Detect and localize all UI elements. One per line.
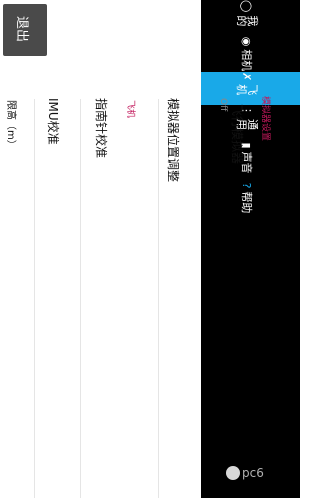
imu-calibration-label[interactable]: IMU校准 xyxy=(45,98,62,145)
watermark-text: pc6 xyxy=(242,466,264,480)
camera-icon: ◉ xyxy=(240,36,254,47)
divider xyxy=(80,99,81,498)
watermark-logo-icon xyxy=(226,466,240,480)
height-limit-label[interactable]: 限高（m） xyxy=(5,100,20,150)
nav-item-help[interactable]: ? 帮助 xyxy=(232,178,262,218)
tools-icon: ✗ xyxy=(240,72,254,82)
flight-simulator-value: Off xyxy=(218,98,228,112)
compass-calibration-label[interactable]: 指南针校准 xyxy=(93,98,110,158)
watermark: pc6 xyxy=(220,462,264,486)
app-screen: ◯ 我的 ◉ 相机 ✗ 飞机 ⋮ 通用 ▮ 声音 ? 帮助 xyxy=(0,0,300,498)
nav-me-label: 我的 xyxy=(235,15,259,27)
nav-item-camera[interactable]: ◉ 相机 xyxy=(232,36,262,72)
nav-camera-label: 相机 xyxy=(240,49,254,72)
top-navigation-bar: ◯ 我的 ◉ 相机 ✗ 飞机 ⋮ 通用 ▮ 声音 ? 帮助 xyxy=(201,0,300,498)
user-icon: ◯ xyxy=(240,0,254,13)
simulator-position-label[interactable]: 模拟器位置调整 xyxy=(165,98,182,182)
section-title-simulator: 模拟器设置 xyxy=(260,96,270,142)
divider xyxy=(34,99,35,498)
nav-item-me[interactable]: ◯ 我的 xyxy=(232,0,262,36)
help-icon: ? xyxy=(240,182,254,189)
flight-simulator-label[interactable]: 飞行模拟器 xyxy=(229,104,246,164)
nav-item-aircraft[interactable]: ✗ 飞机 xyxy=(201,72,300,105)
section-title-aircraft: 飞机 xyxy=(125,100,135,119)
exit-button[interactable]: 退出 xyxy=(3,4,47,56)
nav-help-label: 帮助 xyxy=(240,191,254,214)
exit-label: 退出 xyxy=(14,16,29,43)
divider xyxy=(158,99,159,498)
nav-aircraft-label: 飞机 xyxy=(235,84,259,96)
